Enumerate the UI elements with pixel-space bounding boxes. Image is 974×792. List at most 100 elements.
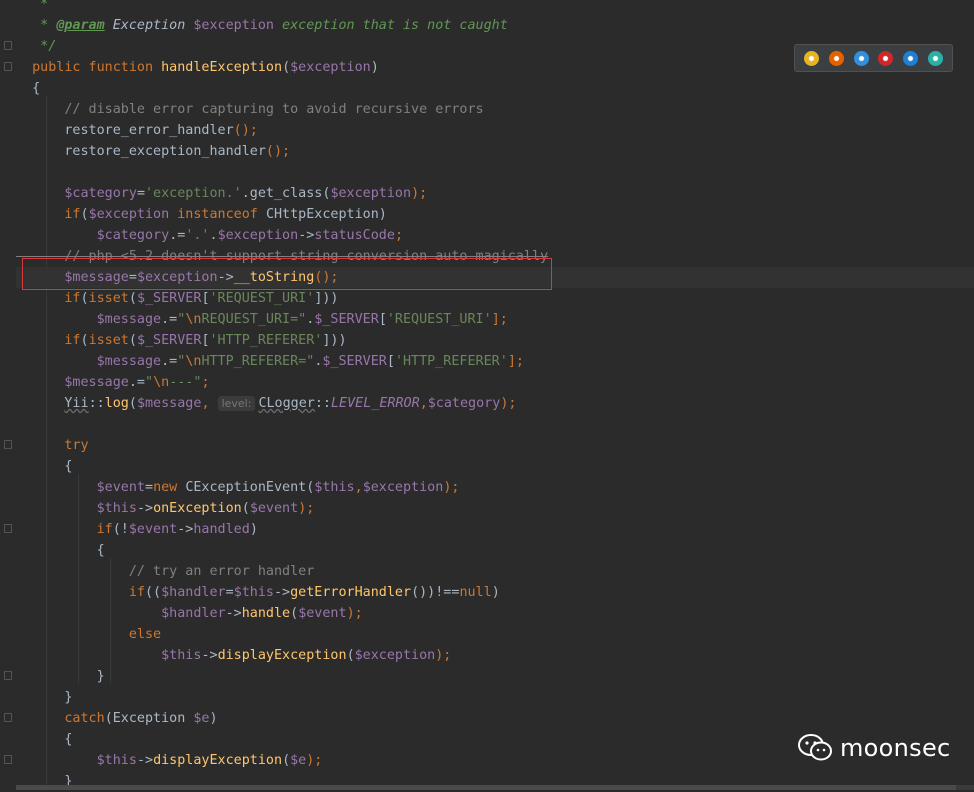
code-line[interactable] <box>16 162 974 183</box>
code-line[interactable]: // disable error capturing to avoid recu… <box>16 99 974 120</box>
code-token: ]; <box>507 354 524 369</box>
code-line[interactable]: if(!$event->handled) <box>16 519 974 540</box>
code-line[interactable]: restore_error_handler(); <box>16 120 974 141</box>
code-line[interactable]: $event=new CExceptionEvent($this,$except… <box>16 477 974 498</box>
code-token: .= <box>161 312 178 327</box>
code-token: restore_exception_handler <box>16 144 266 159</box>
wechat-icon <box>798 734 832 761</box>
code-token: ( <box>80 291 89 306</box>
code-token: ); <box>306 753 323 768</box>
horizontal-scrollbar[interactable] <box>16 785 974 790</box>
code-token: // disable error capturing to avoid recu… <box>16 102 484 117</box>
code-line[interactable]: Yii::log($message, level: CLogger::LEVEL_… <box>16 393 974 414</box>
code-line[interactable]: { <box>16 540 974 561</box>
code-token: { <box>16 543 105 558</box>
code-token: CLogger <box>258 396 315 411</box>
code-editor[interactable]: * * @param Exception $exception exceptio… <box>0 0 974 790</box>
code-line[interactable]: } <box>16 666 974 687</box>
code-token: $e <box>290 753 307 768</box>
chrome-icon[interactable] <box>803 50 819 66</box>
code-token: $category <box>96 228 170 243</box>
code-token: $message <box>136 396 202 411</box>
code-token: ]; <box>491 312 508 327</box>
firefox-icon[interactable] <box>828 50 844 66</box>
code-token: if <box>64 333 81 348</box>
code-line[interactable]: catch(Exception $e) <box>16 708 974 729</box>
edge-icon[interactable] <box>928 50 944 66</box>
code-line[interactable]: $message.="\n---"; <box>16 372 974 393</box>
code-line[interactable]: else <box>16 624 974 645</box>
gutter[interactable] <box>0 0 16 790</box>
code-line[interactable]: } <box>16 687 974 708</box>
code-line[interactable]: // try an error handler <box>16 561 974 582</box>
code-line[interactable]: $category.='.'.$exception->statusCode; <box>16 225 974 246</box>
code-token: restore_error_handler <box>16 123 234 138</box>
code-token: $this <box>96 753 137 768</box>
code-token: :: <box>314 396 331 411</box>
code-token: if <box>64 291 81 306</box>
code-token: $event <box>249 501 299 516</box>
code-token: ( <box>80 333 89 348</box>
code-line[interactable]: $message.="\nREQUEST_URI=".$_SERVER['REQ… <box>16 309 974 330</box>
code-token: ) <box>491 585 500 600</box>
safari-icon[interactable] <box>853 50 869 66</box>
code-token: ( <box>128 333 137 348</box>
code-line[interactable]: $category='exception.'.get_class($except… <box>16 183 974 204</box>
code-token: ) <box>370 60 379 75</box>
code-token: [ <box>201 333 210 348</box>
code-line[interactable]: if($exception instanceof CHttpException) <box>16 204 974 225</box>
code-token: ( <box>128 396 137 411</box>
code-line[interactable]: * @param Exception $exception exception … <box>16 15 974 36</box>
code-token: ())!== <box>411 585 460 600</box>
code-line[interactable] <box>16 414 974 435</box>
code-token: 'HTTP_REFERER' <box>394 354 508 369</box>
code-token: , <box>419 396 428 411</box>
code-token: onException <box>153 501 242 516</box>
code-line[interactable]: $message.="\nHTTP_REFERER=".$_SERVER['HT… <box>16 351 974 372</box>
code-line[interactable]: { <box>16 78 974 99</box>
fold-marker-icon[interactable] <box>4 713 12 722</box>
opera-icon[interactable] <box>878 50 894 66</box>
code-line[interactable]: if(isset($_SERVER['HTTP_REFERER'])) <box>16 330 974 351</box>
code-token: $this <box>96 501 137 516</box>
code-token: statusCode <box>314 228 395 243</box>
fold-marker-icon[interactable] <box>4 755 12 764</box>
fold-marker-icon[interactable] <box>4 524 12 533</box>
code-token: } <box>16 669 105 684</box>
code-line[interactable]: $this->displayException($exception); <box>16 645 974 666</box>
code-line[interactable]: { <box>16 456 974 477</box>
fold-marker-icon[interactable] <box>4 440 12 449</box>
code-area[interactable]: * * @param Exception $exception exceptio… <box>16 0 974 790</box>
code-line[interactable]: $handler->handle($event); <box>16 603 974 624</box>
code-token: (Exception <box>104 711 194 726</box>
code-token: LEVEL_ERROR <box>331 396 420 411</box>
ie-icon[interactable] <box>903 50 919 66</box>
code-line[interactable]: try <box>16 435 974 456</box>
code-token: handled <box>193 522 250 537</box>
horizontal-scrollbar-thumb[interactable] <box>16 785 956 790</box>
code-token: $event <box>298 606 347 621</box>
fold-marker-icon[interactable] <box>4 62 12 71</box>
code-line[interactable]: if(($handler=$this->getErrorHandler())!=… <box>16 582 974 603</box>
code-token: $exception <box>354 648 436 663</box>
code-token: $_SERVER <box>136 291 202 306</box>
code-line[interactable]: * <box>16 0 974 15</box>
code-line[interactable]: $this->onException($event); <box>16 498 974 519</box>
code-token: -> <box>274 585 291 600</box>
code-token: public function <box>32 60 162 75</box>
code-token: (); <box>233 123 258 138</box>
code-line[interactable]: if(isset($_SERVER['REQUEST_URI'])) <box>16 288 974 309</box>
fold-marker-icon[interactable] <box>4 671 12 680</box>
code-token: .= <box>128 375 145 390</box>
code-token: { <box>16 81 41 96</box>
code-token: displayException <box>153 753 283 768</box>
fold-marker-icon[interactable] <box>4 41 12 50</box>
code-line[interactable]: restore_exception_handler(); <box>16 141 974 162</box>
